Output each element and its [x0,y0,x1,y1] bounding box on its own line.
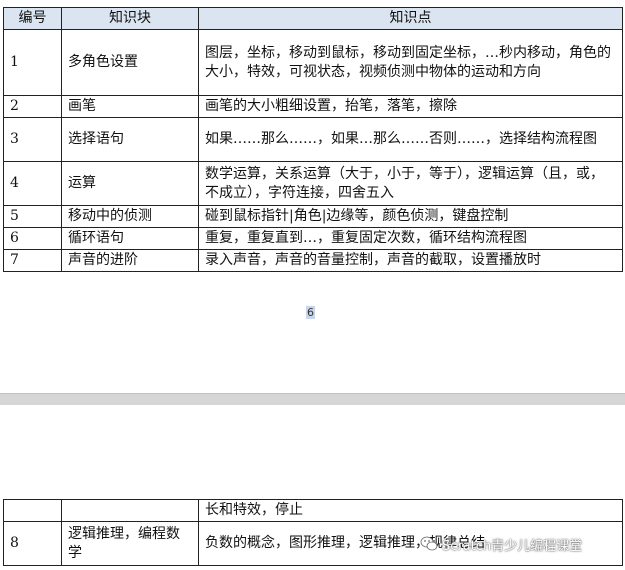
row-number: 6 [3,227,62,250]
row-points: 重复，重复直到…，重复固定次数，循环结构流程图 [198,227,623,250]
row-block: 运算 [61,161,199,206]
page-number: 6 [306,306,315,319]
document-page-top: 编号 知识块 知识点 1 多角色设置 图层，坐标，移动到鼠标，移动到固定坐标，…… [0,0,625,393]
watermark: Scratch青少儿编程课堂 [420,533,582,555]
header-knowledge-points: 知识点 [198,7,623,30]
row-points: 录入声音，声音的音量控制，声音的截取，设置播放时 [198,249,623,272]
row-block: 逻辑推理，编程数学 [61,521,199,566]
row-number: 4 [3,161,62,206]
row-number: 3 [3,117,62,162]
row-points: 碰到鼠标指针|角色|边缘等，颜色侦测，键盘控制 [198,205,623,228]
row-block: 移动中的侦测 [61,205,199,228]
row-block: 循环语句 [61,227,199,250]
row-block [61,499,199,522]
table-row: 7 声音的进阶 录入声音，声音的音量控制，声音的截取，设置播放时 [3,249,623,272]
row-number: 5 [3,205,62,228]
knowledge-table: 编号 知识块 知识点 1 多角色设置 图层，坐标，移动到鼠标，移动到固定坐标，…… [3,7,623,272]
row-block: 声音的进阶 [61,249,199,272]
table-header-row: 编号 知识块 知识点 [3,7,623,30]
row-number: 2 [3,95,62,118]
watermark-text: Scratch青少儿编程课堂 [442,538,583,554]
row-block: 选择语句 [61,117,199,162]
row-points: 如果……那么……，如果…那么……否则……，选择结构流程图 [198,117,623,162]
row-points: 长和特效，停止 [198,499,623,522]
table-row: 4 运算 数学运算，关系运算（大于，小于，等于），逻辑运算（且，或，不成立），字… [3,161,623,206]
table-row: 6 循环语句 重复，重复直到…，重复固定次数，循环结构流程图 [3,227,623,250]
row-number: 7 [3,249,62,272]
table-row: 长和特效，停止 [3,499,623,522]
row-points: 图层，坐标，移动到鼠标，移动到固定坐标，…秒内移动，角色的大小，特效，可视状态，… [198,29,623,96]
header-number: 编号 [3,7,62,30]
row-points: 数学运算，关系运算（大于，小于，等于），逻辑运算（且，或，不成立），字符连接，四… [198,161,623,206]
table-row: 5 移动中的侦测 碰到鼠标指针|角色|边缘等，颜色侦测，键盘控制 [3,205,623,228]
row-points: 画笔的大小粗细设置，抬笔，落笔，擦除 [198,95,623,118]
row-number: 8 [3,521,62,566]
row-number: 1 [3,29,62,96]
row-block: 多角色设置 [61,29,199,96]
table-row: 1 多角色设置 图层，坐标，移动到鼠标，移动到固定坐标，…秒内移动，角色的大小，… [3,29,623,96]
row-number [3,499,62,522]
table-row: 3 选择语句 如果……那么……，如果…那么……否则……，选择结构流程图 [3,117,623,162]
wechat-icon [420,536,438,551]
row-block: 画笔 [61,95,199,118]
table-row: 2 画笔 画笔的大小粗细设置，抬笔，落笔，擦除 [3,95,623,118]
header-knowledge-block: 知识块 [61,7,199,30]
